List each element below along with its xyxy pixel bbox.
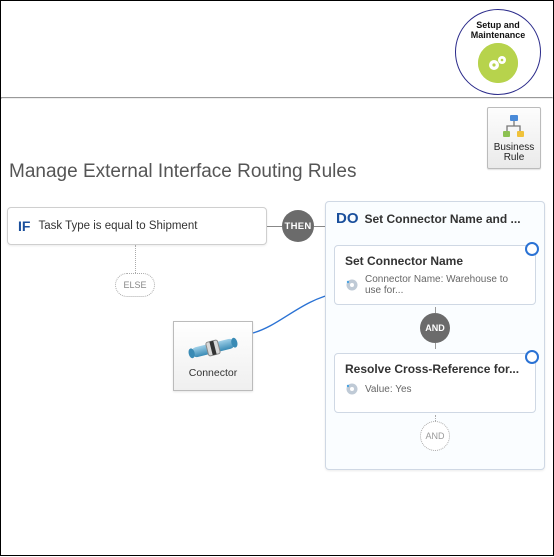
edge-then-do	[314, 226, 325, 227]
edge-if-else	[135, 245, 136, 273]
action-handle-icon[interactable]	[525, 242, 539, 256]
and-connector: AND	[326, 311, 544, 345]
else-node[interactable]: ELSE	[115, 273, 155, 297]
header-region: Setup and Maintenance	[1, 1, 553, 97]
if-condition-card[interactable]: IF Task Type is equal to Shipment	[7, 207, 267, 245]
do-keyword: DO	[336, 210, 359, 227]
and-node: AND	[420, 313, 450, 343]
page-title: Manage External Interface Routing Rules	[9, 161, 356, 183]
if-keyword: IF	[18, 218, 30, 234]
connector-card[interactable]: Connector	[173, 321, 253, 391]
and-add-slot: AND	[326, 419, 544, 453]
action-resolve-cross-reference[interactable]: Resolve Cross-Reference for... Value: Ye…	[334, 353, 536, 413]
action-detail-row: Connector Name: Warehouse to use for...	[345, 274, 525, 296]
action-handle-icon[interactable]	[525, 350, 539, 364]
badge-line1: Setup and	[476, 20, 520, 30]
business-rule-label-1: Business	[494, 142, 535, 153]
action-detail-text: Connector Name: Warehouse to use for...	[365, 274, 525, 296]
do-panel: DO Set Connector Name and ... Set Connec…	[325, 201, 545, 470]
action-set-connector-name[interactable]: Set Connector Name Connector Name: Wareh…	[334, 245, 536, 305]
gear-icon	[345, 278, 359, 292]
and-placeholder[interactable]: AND	[420, 421, 450, 451]
do-title: Set Connector Name and ...	[365, 212, 521, 226]
action-detail-row: Value: Yes	[345, 382, 525, 396]
gears-icon	[478, 43, 518, 83]
action-title: Set Connector Name	[345, 254, 525, 268]
badge-line2: Maintenance	[471, 30, 526, 40]
then-node: THEN	[282, 210, 314, 242]
do-header: DO Set Connector Name and ...	[326, 202, 544, 237]
business-rule-label-2: Rule	[504, 152, 525, 163]
action-detail-text: Value: Yes	[365, 384, 412, 395]
edge-if-then	[267, 226, 282, 227]
connector-label: Connector	[189, 367, 237, 379]
gear-icon	[345, 382, 359, 396]
flow-icon	[500, 113, 528, 141]
business-rule-button[interactable]: Business Rule	[487, 107, 541, 169]
if-condition-text: Task Type is equal to Shipment	[38, 220, 197, 232]
setup-maintenance-badge[interactable]: Setup and Maintenance	[455, 9, 541, 95]
rule-canvas: Business Rule Manage External Interface …	[1, 99, 553, 557]
connector-icon	[185, 333, 241, 363]
action-title: Resolve Cross-Reference for...	[345, 362, 525, 376]
